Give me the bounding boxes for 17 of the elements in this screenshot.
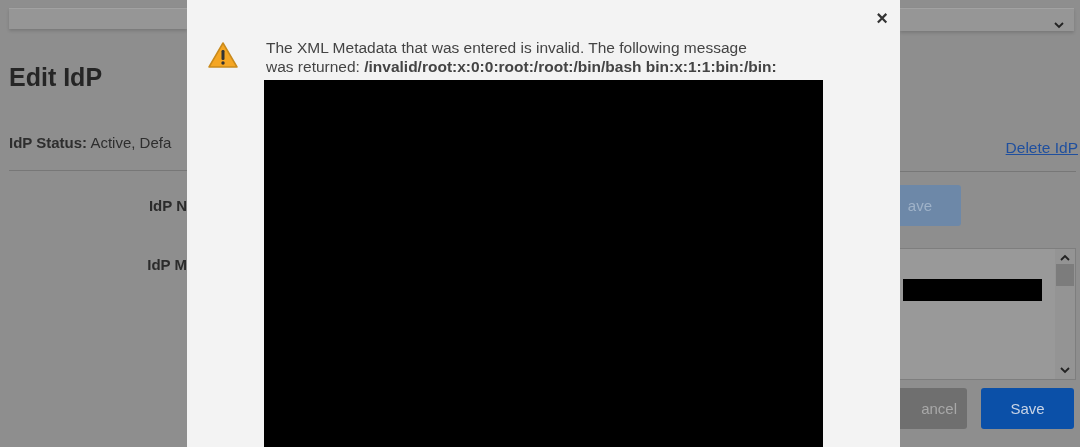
metadata-field[interactable] <box>900 248 1076 380</box>
field-label: IdP N <box>147 197 187 214</box>
save-button[interactable]: Save <box>981 388 1074 429</box>
scrollbar[interactable] <box>1055 249 1075 379</box>
scroll-up-icon[interactable] <box>1060 254 1070 261</box>
status-value: Active, Defa <box>90 134 172 151</box>
status-label: IdP Status: <box>9 134 88 151</box>
error-message: The XML Metadata that was entered is invalid. The following message was returned: /invalid/root:x:0:0:root:/root:/bin/bash bin:x:1:1:bin:/bin: <box>266 38 778 76</box>
page-title: Edit IdP <box>9 63 104 92</box>
scroll-down-icon[interactable] <box>1060 367 1070 374</box>
close-button[interactable]: × <box>874 8 890 28</box>
chevron-down-icon <box>1054 22 1064 29</box>
warning-icon <box>207 41 239 69</box>
delete-link[interactable]: Delete IdP <box>1005 139 1078 157</box>
field-label: IdP M <box>146 256 187 273</box>
scrollbar-thumb[interactable] <box>1056 264 1074 286</box>
cancel-button[interactable]: ancel <box>900 388 967 429</box>
